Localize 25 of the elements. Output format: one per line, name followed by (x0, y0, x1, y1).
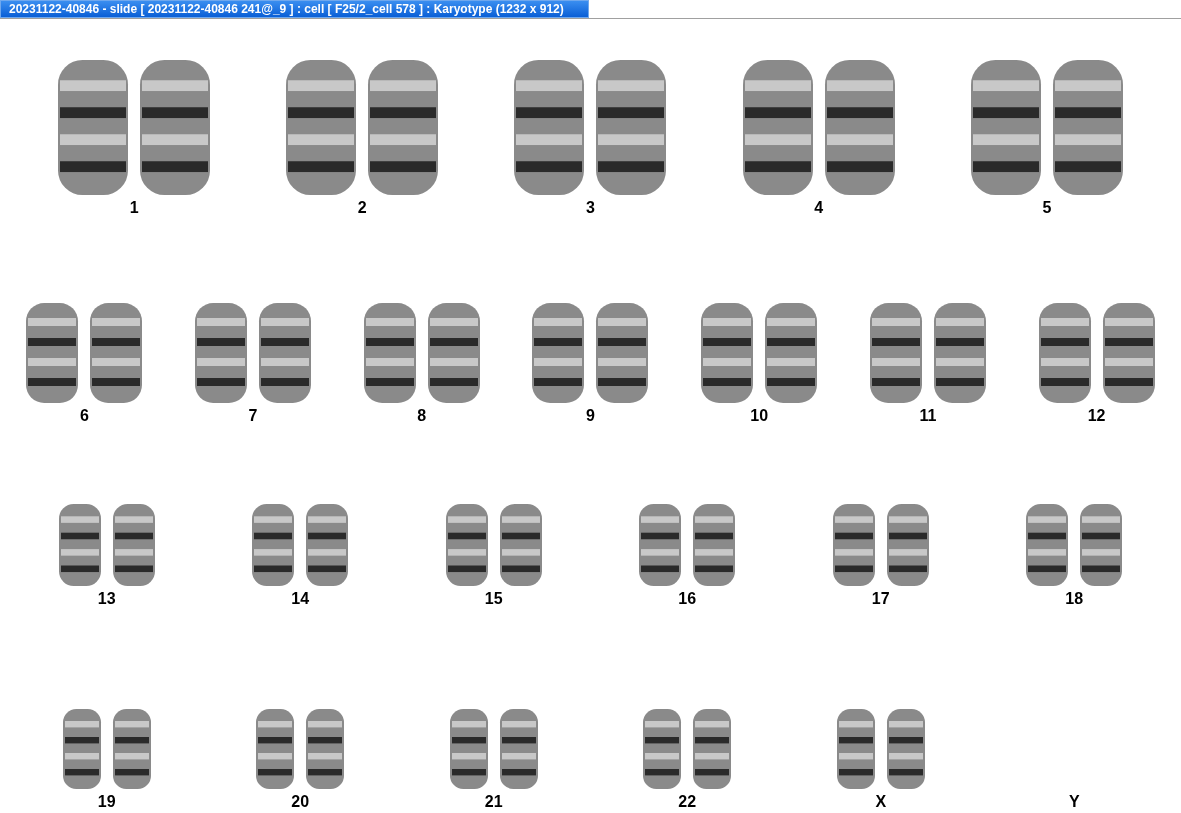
chromosome-label: 3 (586, 199, 595, 217)
chromosome-label: 9 (586, 407, 595, 425)
chromosome-label: 22 (678, 793, 697, 811)
chromosome-label: 8 (417, 407, 427, 425)
chromosome-label: 2 (357, 199, 367, 217)
chromosome-label: 18 (1065, 590, 1084, 608)
window-title: 20231122-40846 - slide [ 20231122-40846 241@_9 ] : cell [ F25/2_cell 578 ] : Karyotype (1232 x 912) (0, 0, 589, 18)
chromosome-label: 12 (1087, 407, 1106, 425)
chromosome-label: 5 (1042, 199, 1052, 217)
chromosome-label: 21 (484, 793, 503, 811)
chromosome-label: 11 (919, 407, 937, 425)
chromosome-label: 4 (814, 199, 824, 217)
chromosome-label: 20 (291, 793, 310, 811)
chromosome-label: 13 (97, 590, 116, 608)
chromosome-label: 7 (248, 407, 258, 425)
chromosome-label: 1 (129, 199, 139, 217)
chromosome-label: 16 (678, 590, 697, 608)
chromosome-label: 14 (291, 590, 310, 608)
chromosome-label: 6 (79, 407, 89, 425)
chromosome-label: X (875, 793, 887, 811)
chromosome-label: 19 (97, 793, 116, 811)
chromosome-label: 15 (484, 590, 503, 608)
chromosome-label: 10 (750, 407, 769, 425)
chromosome-label: Y (1068, 793, 1080, 811)
chromosome-label: 17 (871, 590, 890, 608)
